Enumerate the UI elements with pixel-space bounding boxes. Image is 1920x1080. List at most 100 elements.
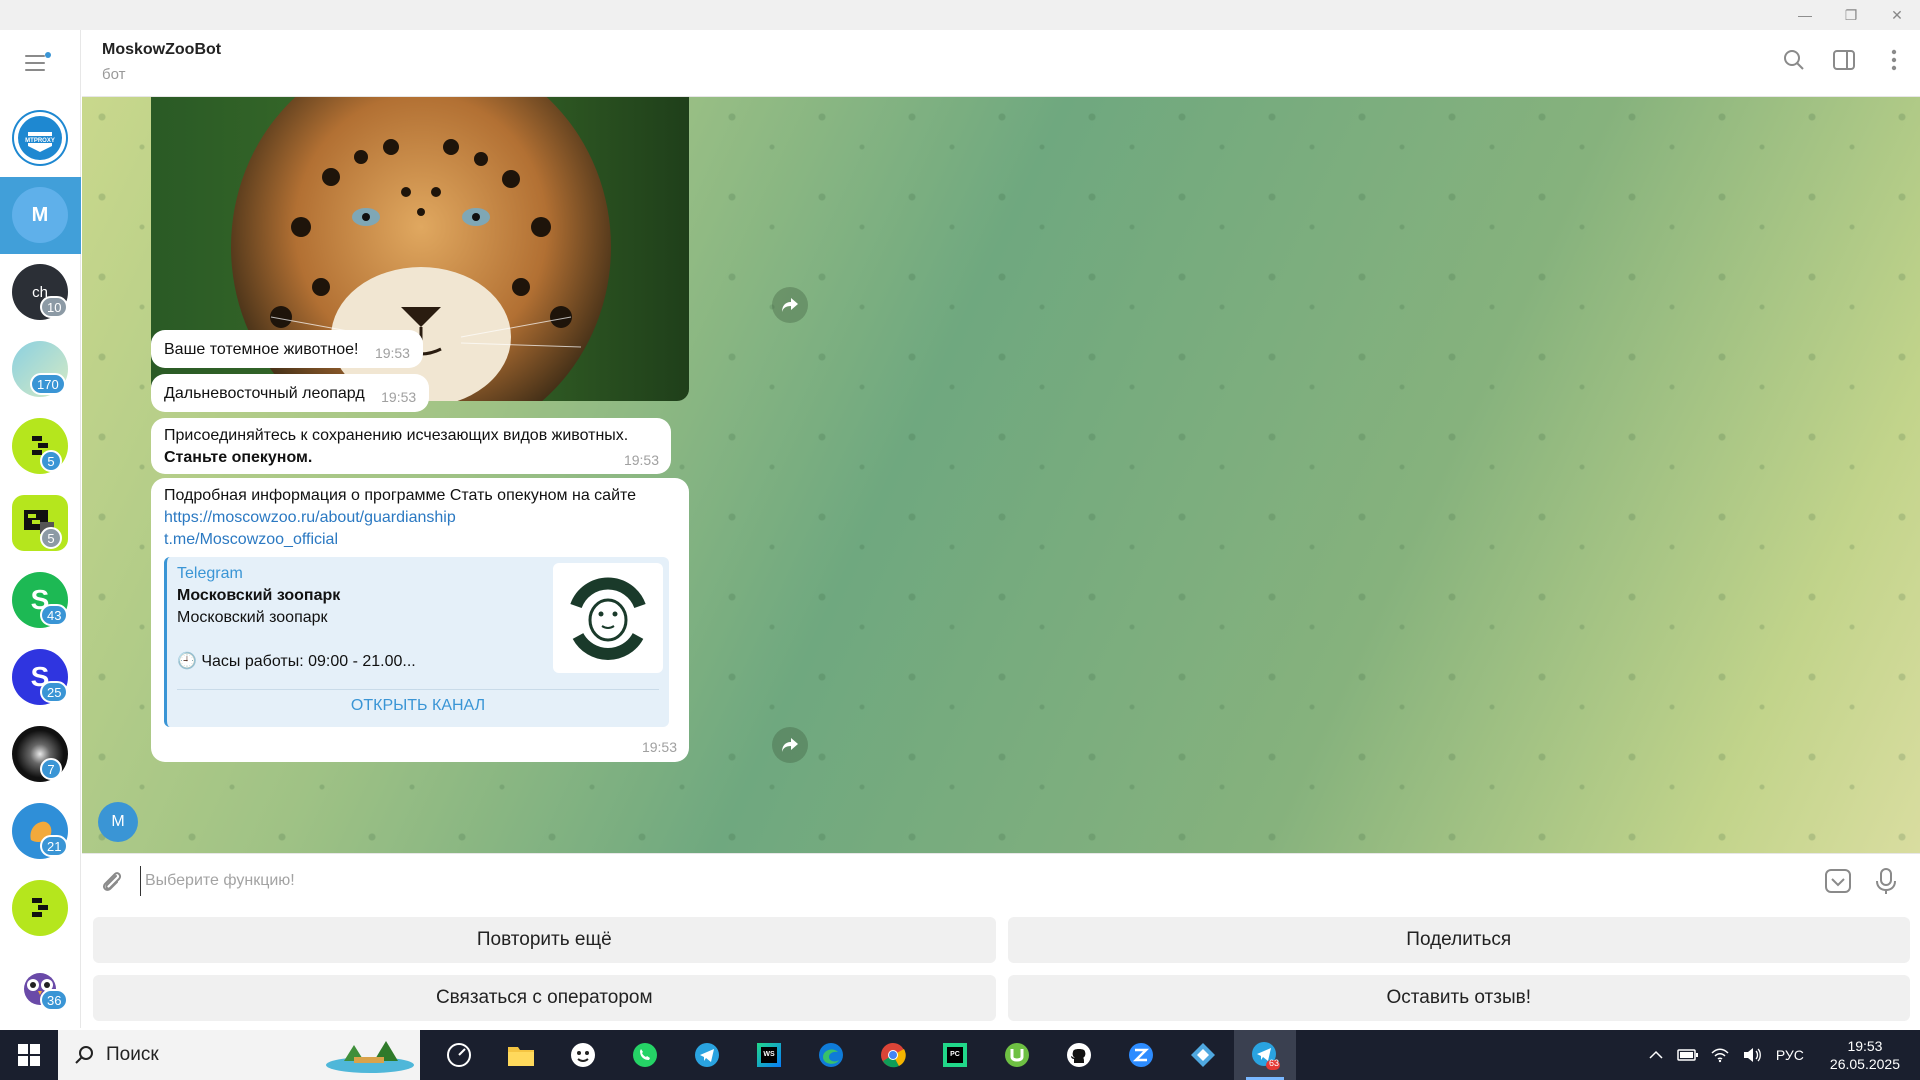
unread-badge: 5 (40, 527, 62, 549)
svg-text:MTPROXY: MTPROXY (25, 138, 55, 144)
github-icon[interactable] (1048, 1030, 1110, 1080)
unread-badge: 25 (40, 681, 69, 703)
sidebar-chat-owl[interactable]: 36 (0, 947, 81, 1024)
unread-badge: 43 (40, 604, 69, 626)
unread-badge: 10 (40, 296, 69, 318)
taskbar: Поиск WS PC 63 РУС 19:53 26.05.2025 (0, 1030, 1920, 1080)
language-indicator[interactable]: РУС (1776, 1043, 1804, 1067)
guardianship-link[interactable]: https://moscowzoo.ru/about/guardianship (164, 507, 676, 529)
taskbar-search[interactable]: Поиск (58, 1030, 420, 1080)
link-preview[interactable]: Telegram Московский зоопарк Московский з… (164, 557, 669, 727)
header-actions (1782, 48, 1906, 72)
webstorm-icon[interactable]: WS (738, 1030, 800, 1080)
chevron-up-icon[interactable] (1644, 1043, 1668, 1067)
telegram-channel-link[interactable]: t.me/Moscowzoo_official (164, 529, 676, 551)
composer (82, 853, 1920, 907)
telegram-active-icon[interactable]: 63 (1234, 1030, 1296, 1080)
window-titlebar: — ❐ ✕ (0, 0, 1920, 30)
sidebar-chat-moskowzoobot[interactable]: M (0, 177, 81, 254)
taskbar-apps: WS PC 63 (428, 1030, 1296, 1080)
utorrent-icon[interactable] (986, 1030, 1048, 1080)
avatar: MTPROXY (12, 110, 68, 166)
battery-icon[interactable] (1676, 1043, 1700, 1067)
svg-text:WS: WS (763, 1051, 775, 1058)
search-highlight-illustration (326, 1041, 414, 1073)
sidebar-chat-hand[interactable]: 21 (0, 793, 81, 870)
zoom-icon[interactable] (1110, 1030, 1172, 1080)
repeat-button[interactable]: Повторить ещё (93, 917, 996, 963)
windows-start-icon[interactable] (0, 1030, 58, 1080)
keyboard-row: Повторить ещё Поделиться (93, 917, 1910, 963)
unread-badge: 7 (40, 758, 62, 780)
share-button[interactable]: Поделиться (1007, 917, 1910, 963)
chat-title[interactable]: MoskowZooBot (102, 41, 221, 59)
message-time: 19:53 (641, 739, 677, 755)
system-tray: РУС 19:53 26.05.2025 (1640, 1030, 1920, 1080)
contact-operator-button[interactable]: Связаться с оператором (93, 975, 996, 1021)
bot-keyboard-icon[interactable] (1824, 867, 1852, 895)
file-explorer-icon[interactable] (490, 1030, 552, 1080)
restore-button[interactable]: ❐ (1828, 0, 1874, 30)
sidebar-chat-channel[interactable]: 170 (0, 331, 81, 408)
message-bubble[interactable]: Ваше тотемное животное! 19:53 (151, 330, 423, 368)
search-icon[interactable] (1782, 48, 1806, 72)
search-placeholder: Поиск (106, 1044, 159, 1065)
chat-sidebar: MTPROXY M ch 10 170 5 5 S 43 S 25 7 21 3… (0, 30, 81, 1028)
sidebar-chat-galaxy[interactable]: 7 (0, 716, 81, 793)
volume-icon[interactable] (1740, 1043, 1764, 1067)
microphone-icon[interactable] (1872, 867, 1900, 895)
sidebar-chat-app-green-2[interactable]: 5 (0, 485, 81, 562)
open-channel-button[interactable]: Открыть канал (177, 689, 659, 721)
chrome-icon[interactable] (862, 1030, 924, 1080)
unread-badge: 5 (40, 450, 62, 472)
network-app-icon[interactable] (1172, 1030, 1234, 1080)
pycharm-icon[interactable]: PC (924, 1030, 986, 1080)
search-icon (75, 1046, 93, 1064)
whatsapp-icon[interactable] (614, 1030, 676, 1080)
forward-icon[interactable] (772, 287, 808, 323)
message-input[interactable] (140, 866, 1740, 896)
window-controls: — ❐ ✕ (1782, 0, 1920, 30)
message-text: Ваше тотемное животное! (164, 341, 359, 358)
sidebar-toggle-icon[interactable] (1832, 48, 1856, 72)
telegram-badge: 63 (1269, 1058, 1280, 1068)
menu-icon[interactable] (25, 50, 53, 74)
svg-text:PC: PC (950, 1051, 960, 1058)
sidebar-chat-s-green[interactable]: S 43 (0, 562, 81, 639)
moscow-zoo-logo (553, 563, 663, 673)
telegram-icon[interactable] (676, 1030, 738, 1080)
sidebar-chat-ch[interactable]: ch 10 (0, 254, 81, 331)
more-icon[interactable] (1882, 48, 1906, 72)
keyboard-row: Связаться с оператором Оставить отзыв! (93, 975, 1910, 1021)
unread-badge: 21 (40, 835, 69, 857)
message-text-bold: Станьте опекуном. (164, 449, 313, 466)
edge-icon[interactable] (800, 1030, 862, 1080)
clock[interactable]: 19:53 26.05.2025 (1830, 1037, 1900, 1073)
minimize-button[interactable]: — (1782, 0, 1828, 30)
wifi-icon[interactable] (1708, 1043, 1732, 1067)
message-time: 19:53 (374, 345, 410, 361)
sidebar-chat-app-green-3[interactable] (0, 870, 81, 947)
avatar: M (12, 187, 68, 243)
speedometer-app-icon[interactable] (428, 1030, 490, 1080)
message-bubble[interactable]: Подробная информация о программе Стать о… (151, 478, 689, 762)
sidebar-chat-s-blue[interactable]: S 25 (0, 639, 81, 716)
forward-icon[interactable] (772, 727, 808, 763)
message-text: Подробная информация о программе Стать о… (164, 487, 637, 504)
clock-time: 19:53 (1847, 1038, 1883, 1054)
message-time: 19:53 (623, 452, 659, 468)
close-button[interactable]: ✕ (1874, 0, 1920, 30)
leave-feedback-button[interactable]: Оставить отзыв! (1007, 975, 1910, 1021)
bot-reply-keyboard: Повторить ещё Поделиться Связаться с опе… (82, 907, 1920, 1030)
bot-avatar[interactable]: M (98, 802, 138, 842)
message-list[interactable]: Ваше тотемное животное! 19:53 Дальневост… (82, 97, 1920, 853)
message-time: 19:53 (381, 389, 417, 405)
sidebar-chat-mtproxy[interactable]: MTPROXY (0, 100, 81, 177)
game-app-icon[interactable] (552, 1030, 614, 1080)
attach-icon[interactable] (98, 868, 124, 894)
sidebar-chat-app-green-1[interactable]: 5 (0, 408, 81, 485)
avatar (12, 880, 68, 936)
message-bubble[interactable]: Присоединяйтесь к сохранению исчезающих … (151, 418, 671, 474)
message-bubble[interactable]: Дальневосточный леопард 19:53 (151, 374, 430, 412)
chat-subtitle: бот (102, 66, 126, 83)
